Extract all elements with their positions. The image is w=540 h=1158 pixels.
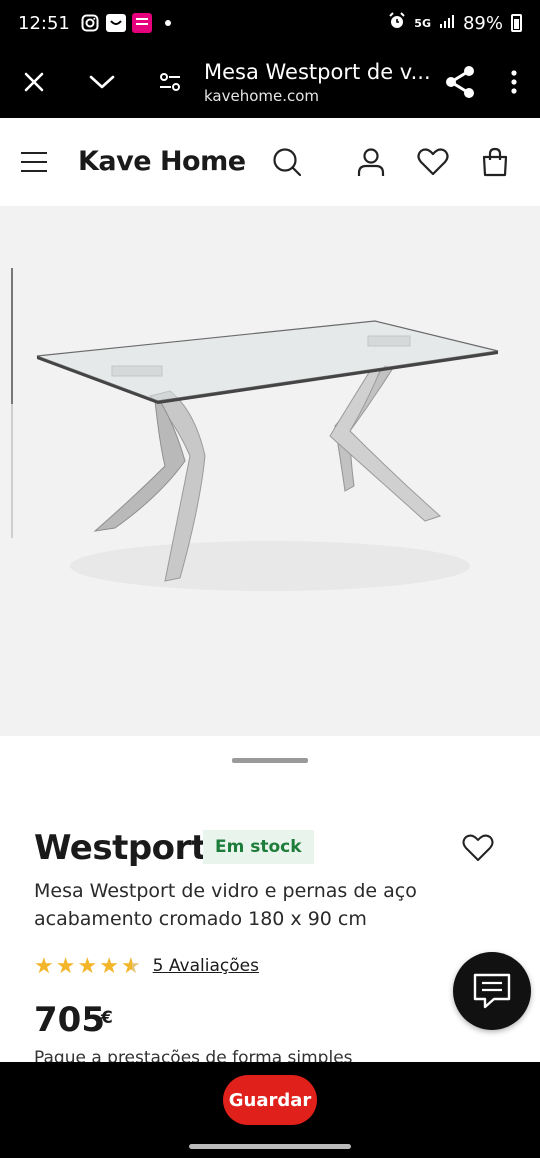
chat-button[interactable]	[453, 952, 531, 1030]
stock-badge: Em stock	[203, 830, 314, 864]
battery-icon	[511, 14, 522, 32]
alarm-icon	[388, 11, 406, 35]
shopping-bag-icon	[482, 147, 508, 177]
status-time: 12:51	[18, 12, 70, 34]
page-title-area[interactable]: Mesa Westport de v... kavehome.com	[198, 60, 432, 105]
minimize-button[interactable]	[74, 54, 130, 110]
more-notifications-dot	[158, 13, 178, 33]
close-tab-button[interactable]	[6, 54, 62, 110]
share-icon	[446, 66, 474, 98]
page-url: kavehome.com	[204, 86, 320, 105]
user-icon	[357, 148, 385, 176]
reviews-link[interactable]: 5 Avaliações	[153, 956, 259, 976]
search-icon	[273, 148, 302, 177]
chevron-down-icon	[89, 75, 115, 89]
rating: ★ ★ ★ ★ ★ 5 Avaliações	[34, 955, 259, 977]
signal-icon	[439, 13, 455, 34]
add-to-wishlist-button[interactable]	[460, 830, 496, 866]
shop-app-icon	[131, 13, 152, 33]
site-header: Kave Home	[0, 118, 540, 206]
product-description: Mesa Westport de vidro e pernas de aço a…	[34, 880, 417, 930]
tune-icon	[160, 73, 180, 91]
notification-icons	[80, 13, 178, 33]
more-options-button[interactable]	[488, 54, 540, 110]
smile-app-icon	[105, 13, 126, 33]
page-scrollbar-thumb[interactable]	[11, 268, 13, 404]
system-status: 5G 89%	[388, 11, 522, 35]
table-illustration	[36, 320, 499, 591]
site-settings-button[interactable]	[142, 54, 198, 110]
wishlist-button[interactable]	[415, 144, 451, 180]
search-button[interactable]	[269, 144, 305, 180]
gesture-nav-handle[interactable]	[189, 1144, 351, 1149]
heart-icon	[462, 834, 494, 861]
product-price: 705	[34, 1000, 105, 1040]
menu-button[interactable]	[16, 144, 52, 180]
cart-button[interactable]	[477, 144, 513, 180]
more-vertical-icon	[511, 70, 517, 94]
site-logo[interactable]: Kave Home	[78, 146, 246, 177]
instagram-icon	[80, 13, 100, 33]
star-icon: ★	[99, 953, 119, 978]
rating-stars: ★ ★ ★ ★ ★	[34, 955, 141, 977]
product-name: Westport	[34, 828, 207, 868]
hamburger-icon	[21, 152, 47, 172]
page-title: Mesa Westport de v...	[204, 59, 431, 84]
close-icon	[24, 72, 44, 92]
share-button[interactable]	[432, 54, 488, 110]
image-carousel-indicator[interactable]	[232, 758, 308, 763]
save-button[interactable]: Guardar	[223, 1075, 317, 1125]
price-currency: €	[101, 1008, 113, 1028]
browser-toolbar: Mesa Westport de v... kavehome.com	[0, 46, 540, 118]
account-button[interactable]	[353, 144, 389, 180]
chat-icon	[473, 973, 511, 1009]
status-bar: 12:51 5G 89%	[0, 0, 540, 46]
network-type: 5G	[414, 16, 431, 30]
battery-percent: 89%	[462, 12, 503, 34]
half-star-icon: ★	[120, 953, 141, 978]
star-icon: ★	[34, 953, 54, 978]
product-image[interactable]	[0, 206, 540, 736]
star-icon: ★	[77, 953, 98, 978]
star-icon: ★	[55, 953, 76, 978]
heart-icon	[417, 148, 449, 176]
